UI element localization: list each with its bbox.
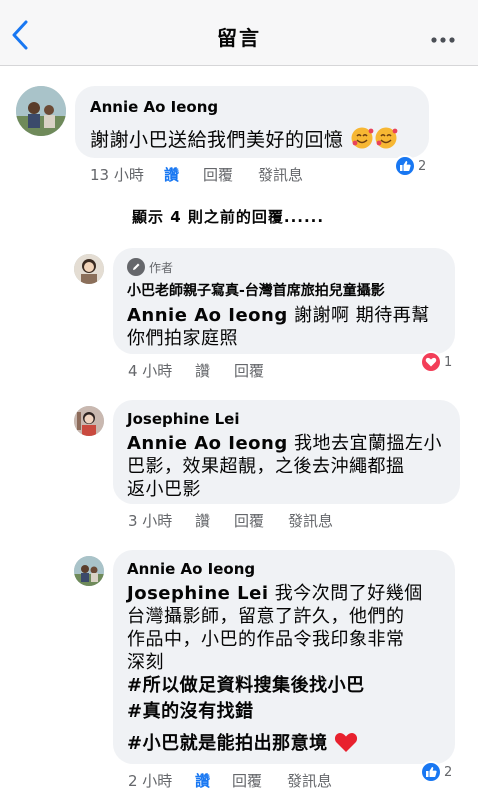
mention-link[interactable]: Josephine Lei [127, 583, 269, 604]
reply-text-line: 返小巴影 [127, 479, 201, 500]
like-button[interactable]: 讚 [195, 510, 210, 531]
avatar[interactable] [74, 556, 104, 586]
reply-text-line: 深刻 [127, 652, 164, 673]
show-previous-replies-link[interactable]: 顯示 4 則之前的回覆...... [132, 206, 324, 227]
smiling-face-with-hearts-icon [350, 126, 398, 155]
reaction-summary[interactable]: 1 [420, 350, 452, 374]
reply-text-line: 我今次問了好幾個 [274, 583, 423, 604]
comment-author[interactable]: Annie Ao Ieong [90, 98, 218, 116]
avatar[interactable] [74, 406, 104, 436]
reply-time: 4 小時 [128, 362, 173, 380]
reply-text: Josephine Lei 我今次問了好幾個 台灣攝影師，留意了許久，他們的 作… [127, 582, 451, 761]
message-button[interactable]: 發訊息 [288, 510, 333, 531]
reply-button[interactable]: 回覆 [232, 770, 262, 791]
reply-text: Annie Ao Ieong 謝謝啊 期待再幫 你們拍家庭照 [127, 304, 447, 350]
top-bar: 留言 [0, 0, 478, 66]
reaction-summary[interactable]: 2 [420, 760, 452, 784]
author-badge-label: 作者 [149, 260, 174, 275]
like-reaction-icon [420, 761, 442, 783]
reaction-count: 1 [444, 354, 453, 370]
comment-text: 謝謝小巴送給我們美好的回憶 [90, 126, 420, 155]
reply-author[interactable]: 小巴老師親子寫真-台灣首席旅拍兒童攝影 [127, 280, 385, 300]
hashtag-link[interactable]: #真的沒有找錯 [127, 701, 254, 722]
like-reaction-icon [394, 155, 416, 177]
reply-time: 3 小時 [128, 512, 173, 530]
reply-button[interactable]: 回覆 [234, 360, 264, 381]
reply-text-line: 巴影，效果超靚，之後去沖繩都搵 [127, 456, 405, 477]
reply-text: Annie Ao Ieong 我地去宜蘭搵左小 巴影，效果超靚，之後去沖繩都搵 … [127, 432, 453, 501]
reply-actions: 3 小時 讚 回覆 發訊息 [128, 510, 358, 530]
reply-bubble[interactable]: Josephine Lei Annie Ao Ieong 我地去宜蘭搵左小 巴影… [113, 400, 460, 504]
comment-time: 13 小時 [90, 166, 144, 184]
reply-text-line: 謝謝啊 期待再幫 [293, 305, 430, 326]
reply-bubble[interactable]: 作者 小巴老師親子寫真-台灣首席旅拍兒童攝影 Annie Ao Ieong 謝謝… [113, 248, 455, 354]
message-button[interactable]: 發訊息 [258, 164, 303, 185]
reaction-summary[interactable]: 2 [394, 154, 426, 178]
reply-text-line: 我地去宜蘭搵左小 [293, 433, 442, 454]
avatar[interactable] [74, 254, 104, 284]
mention-link[interactable]: Annie Ao Ieong [127, 433, 288, 454]
reaction-count: 2 [444, 764, 453, 780]
reply-bubble[interactable]: Annie Ao Ieong Josephine Lei 我今次問了好幾個 台灣… [113, 550, 455, 764]
more-horizontal-icon[interactable] [430, 30, 456, 43]
reply-author[interactable]: Josephine Lei [127, 410, 240, 428]
like-button[interactable]: 讚 [164, 164, 179, 185]
red-heart-icon [334, 731, 358, 759]
like-button[interactable]: 讚 [195, 360, 210, 381]
reply-actions: 4 小時 讚 回覆 [128, 360, 308, 380]
reply-time: 2 小時 [128, 772, 173, 790]
avatar[interactable] [16, 86, 66, 136]
love-reaction-icon [420, 351, 442, 373]
message-button[interactable]: 發訊息 [287, 770, 332, 791]
comment-actions: 13 小時 讚 回覆 發訊息 [90, 164, 350, 184]
reply-text-line: 你們拍家庭照 [127, 328, 238, 349]
reply-text-line: 作品中，小巴的作品令我印象非常 [127, 629, 405, 650]
reply-author[interactable]: Annie Ao Ieong [127, 560, 255, 578]
pen-icon [127, 258, 145, 276]
reply-button[interactable]: 回覆 [203, 164, 233, 185]
hashtag-link[interactable]: #小巴就是能拍出那意境 [127, 733, 328, 754]
mention-link[interactable]: Annie Ao Ieong [127, 305, 288, 326]
comment-body: 謝謝小巴送給我們美好的回憶 [90, 129, 344, 151]
reaction-count: 2 [418, 158, 427, 174]
hashtag-link[interactable]: #所以做足資料搜集後找小巴 [127, 675, 365, 696]
reply-text-line: 台灣攝影師，留意了許久，他們的 [127, 606, 405, 627]
like-button[interactable]: 讚 [195, 770, 210, 791]
reply-button[interactable]: 回覆 [234, 510, 264, 531]
author-badge: 作者 [127, 258, 173, 276]
page-title: 留言 [217, 26, 261, 50]
reply-actions: 2 小時 讚 回覆 發訊息 [128, 770, 358, 790]
comment-bubble[interactable]: Annie Ao Ieong 謝謝小巴送給我們美好的回憶 [75, 86, 429, 158]
